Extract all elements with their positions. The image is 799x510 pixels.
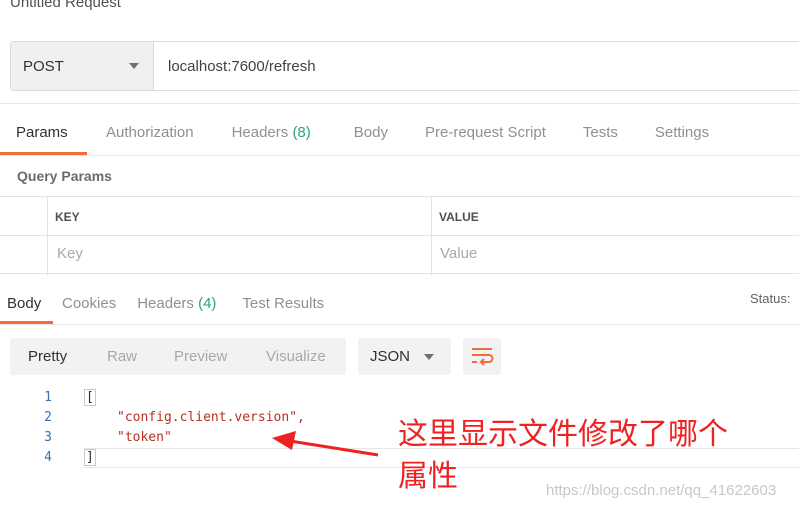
watermark: https://blog.csdn.net/qq_41622603 [546, 482, 777, 499]
annotation-line: 这里显示文件修改了哪个 [398, 417, 728, 452]
